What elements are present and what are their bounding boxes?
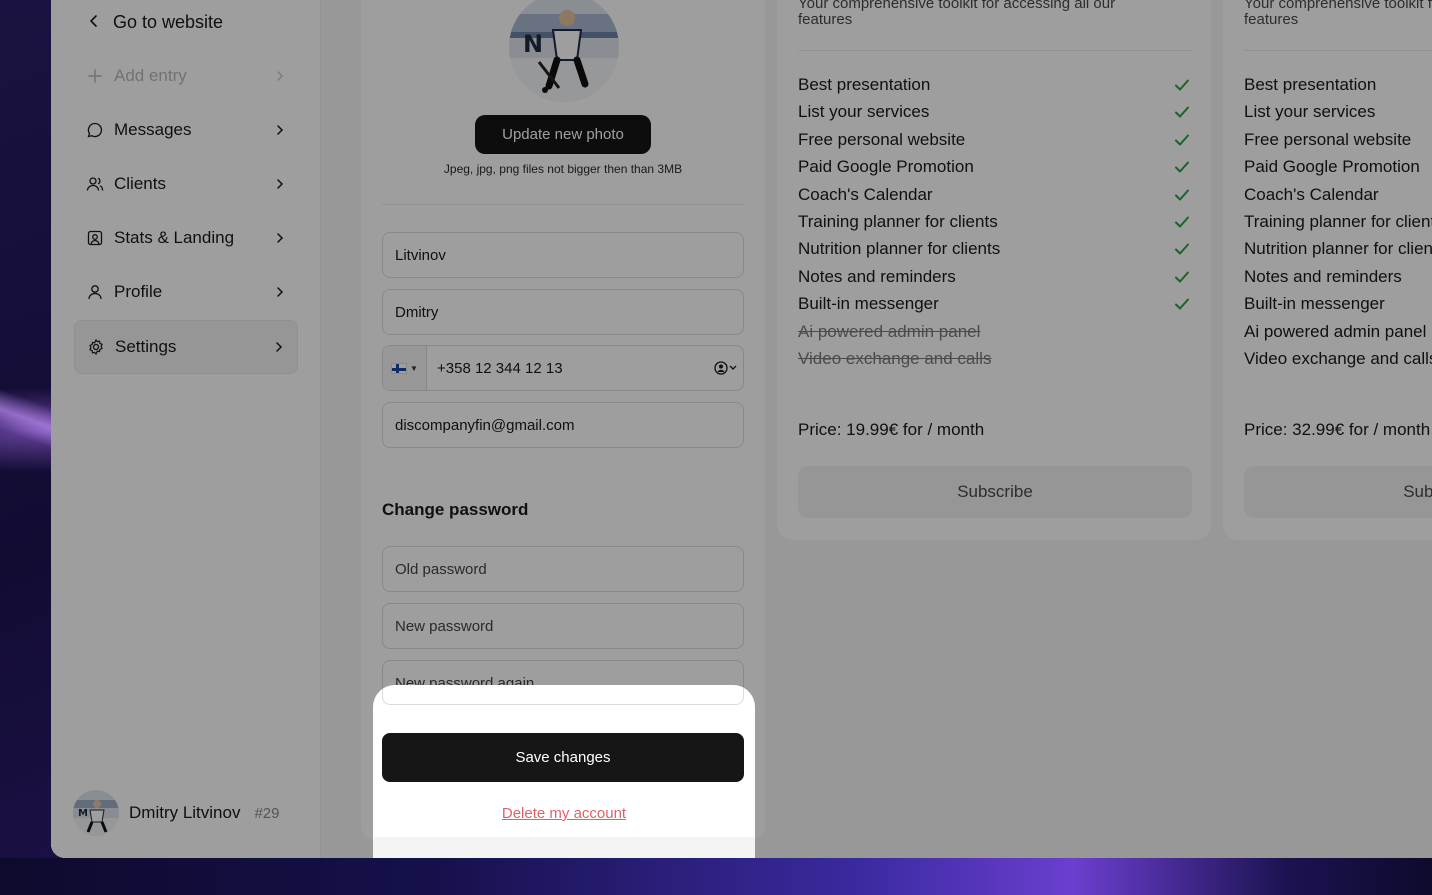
background-bottom-glow bbox=[0, 858, 1432, 895]
delete-account-link[interactable]: Delete my account bbox=[373, 805, 755, 822]
sheet-footer bbox=[373, 837, 755, 858]
save-changes-button[interactable]: Save changes bbox=[382, 733, 744, 782]
new-password-again-field-edge bbox=[382, 685, 744, 705]
save-sheet: Save changes Delete my account bbox=[373, 685, 755, 858]
